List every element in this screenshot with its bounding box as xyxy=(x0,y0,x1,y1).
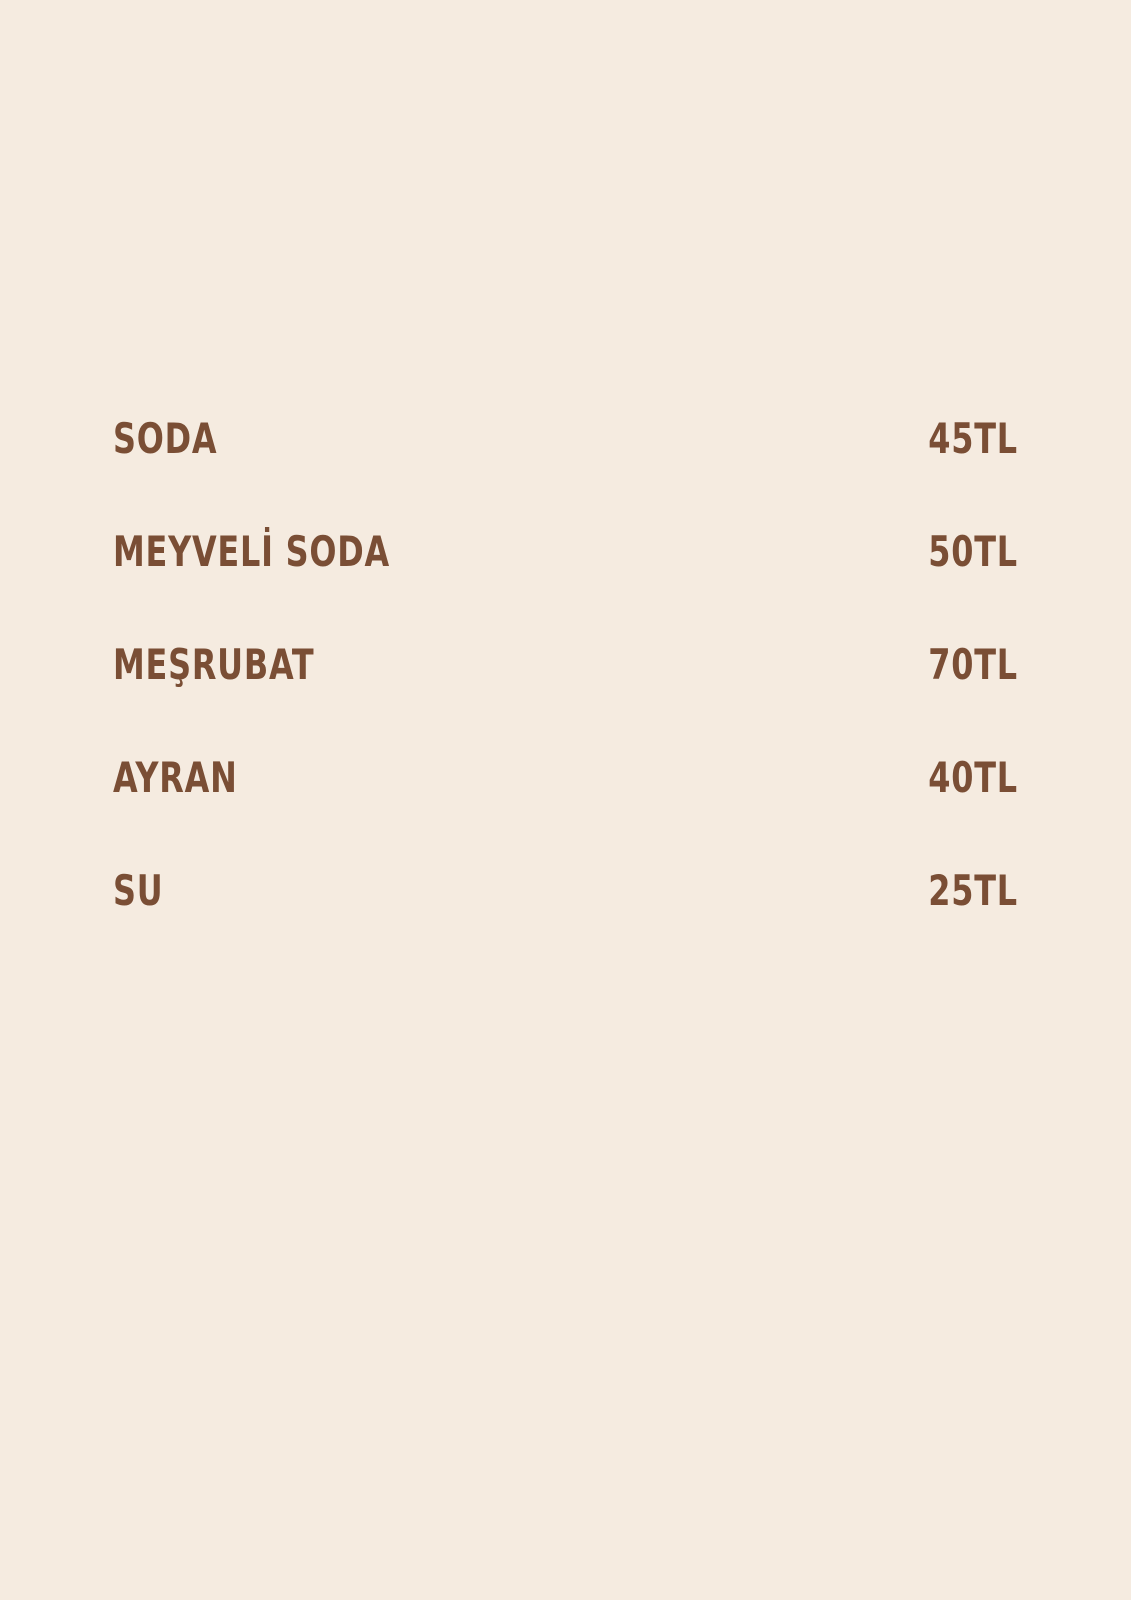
menu-item-price: 45TL xyxy=(928,414,1018,463)
menu-item: SODA 45TL xyxy=(113,415,1018,528)
menu-item-name: MEYVELİ SODA xyxy=(113,527,390,576)
menu-page: { "menu": { "items": [ {"name": "SODA", … xyxy=(0,0,1131,1600)
menu-item-name: AYRAN xyxy=(113,753,238,802)
menu-item-name: MEŞRUBAT xyxy=(113,640,315,689)
menu-item: MEYVELİ SODA 50TL xyxy=(113,528,1018,641)
menu-item-price: 70TL xyxy=(928,640,1018,689)
menu-item-name: SU xyxy=(113,866,164,915)
menu-item: AYRAN 40TL xyxy=(113,754,1018,867)
drinks-menu-list: SODA 45TL MEYVELİ SODA 50TL MEŞRUBAT 70T… xyxy=(113,415,1018,980)
menu-item-price: 50TL xyxy=(928,527,1018,576)
menu-item: MEŞRUBAT 70TL xyxy=(113,641,1018,754)
menu-item-price: 40TL xyxy=(928,753,1018,802)
menu-item: SU 25TL xyxy=(113,867,1018,980)
menu-item-name: SODA xyxy=(113,414,218,463)
menu-item-price: 25TL xyxy=(928,866,1018,915)
